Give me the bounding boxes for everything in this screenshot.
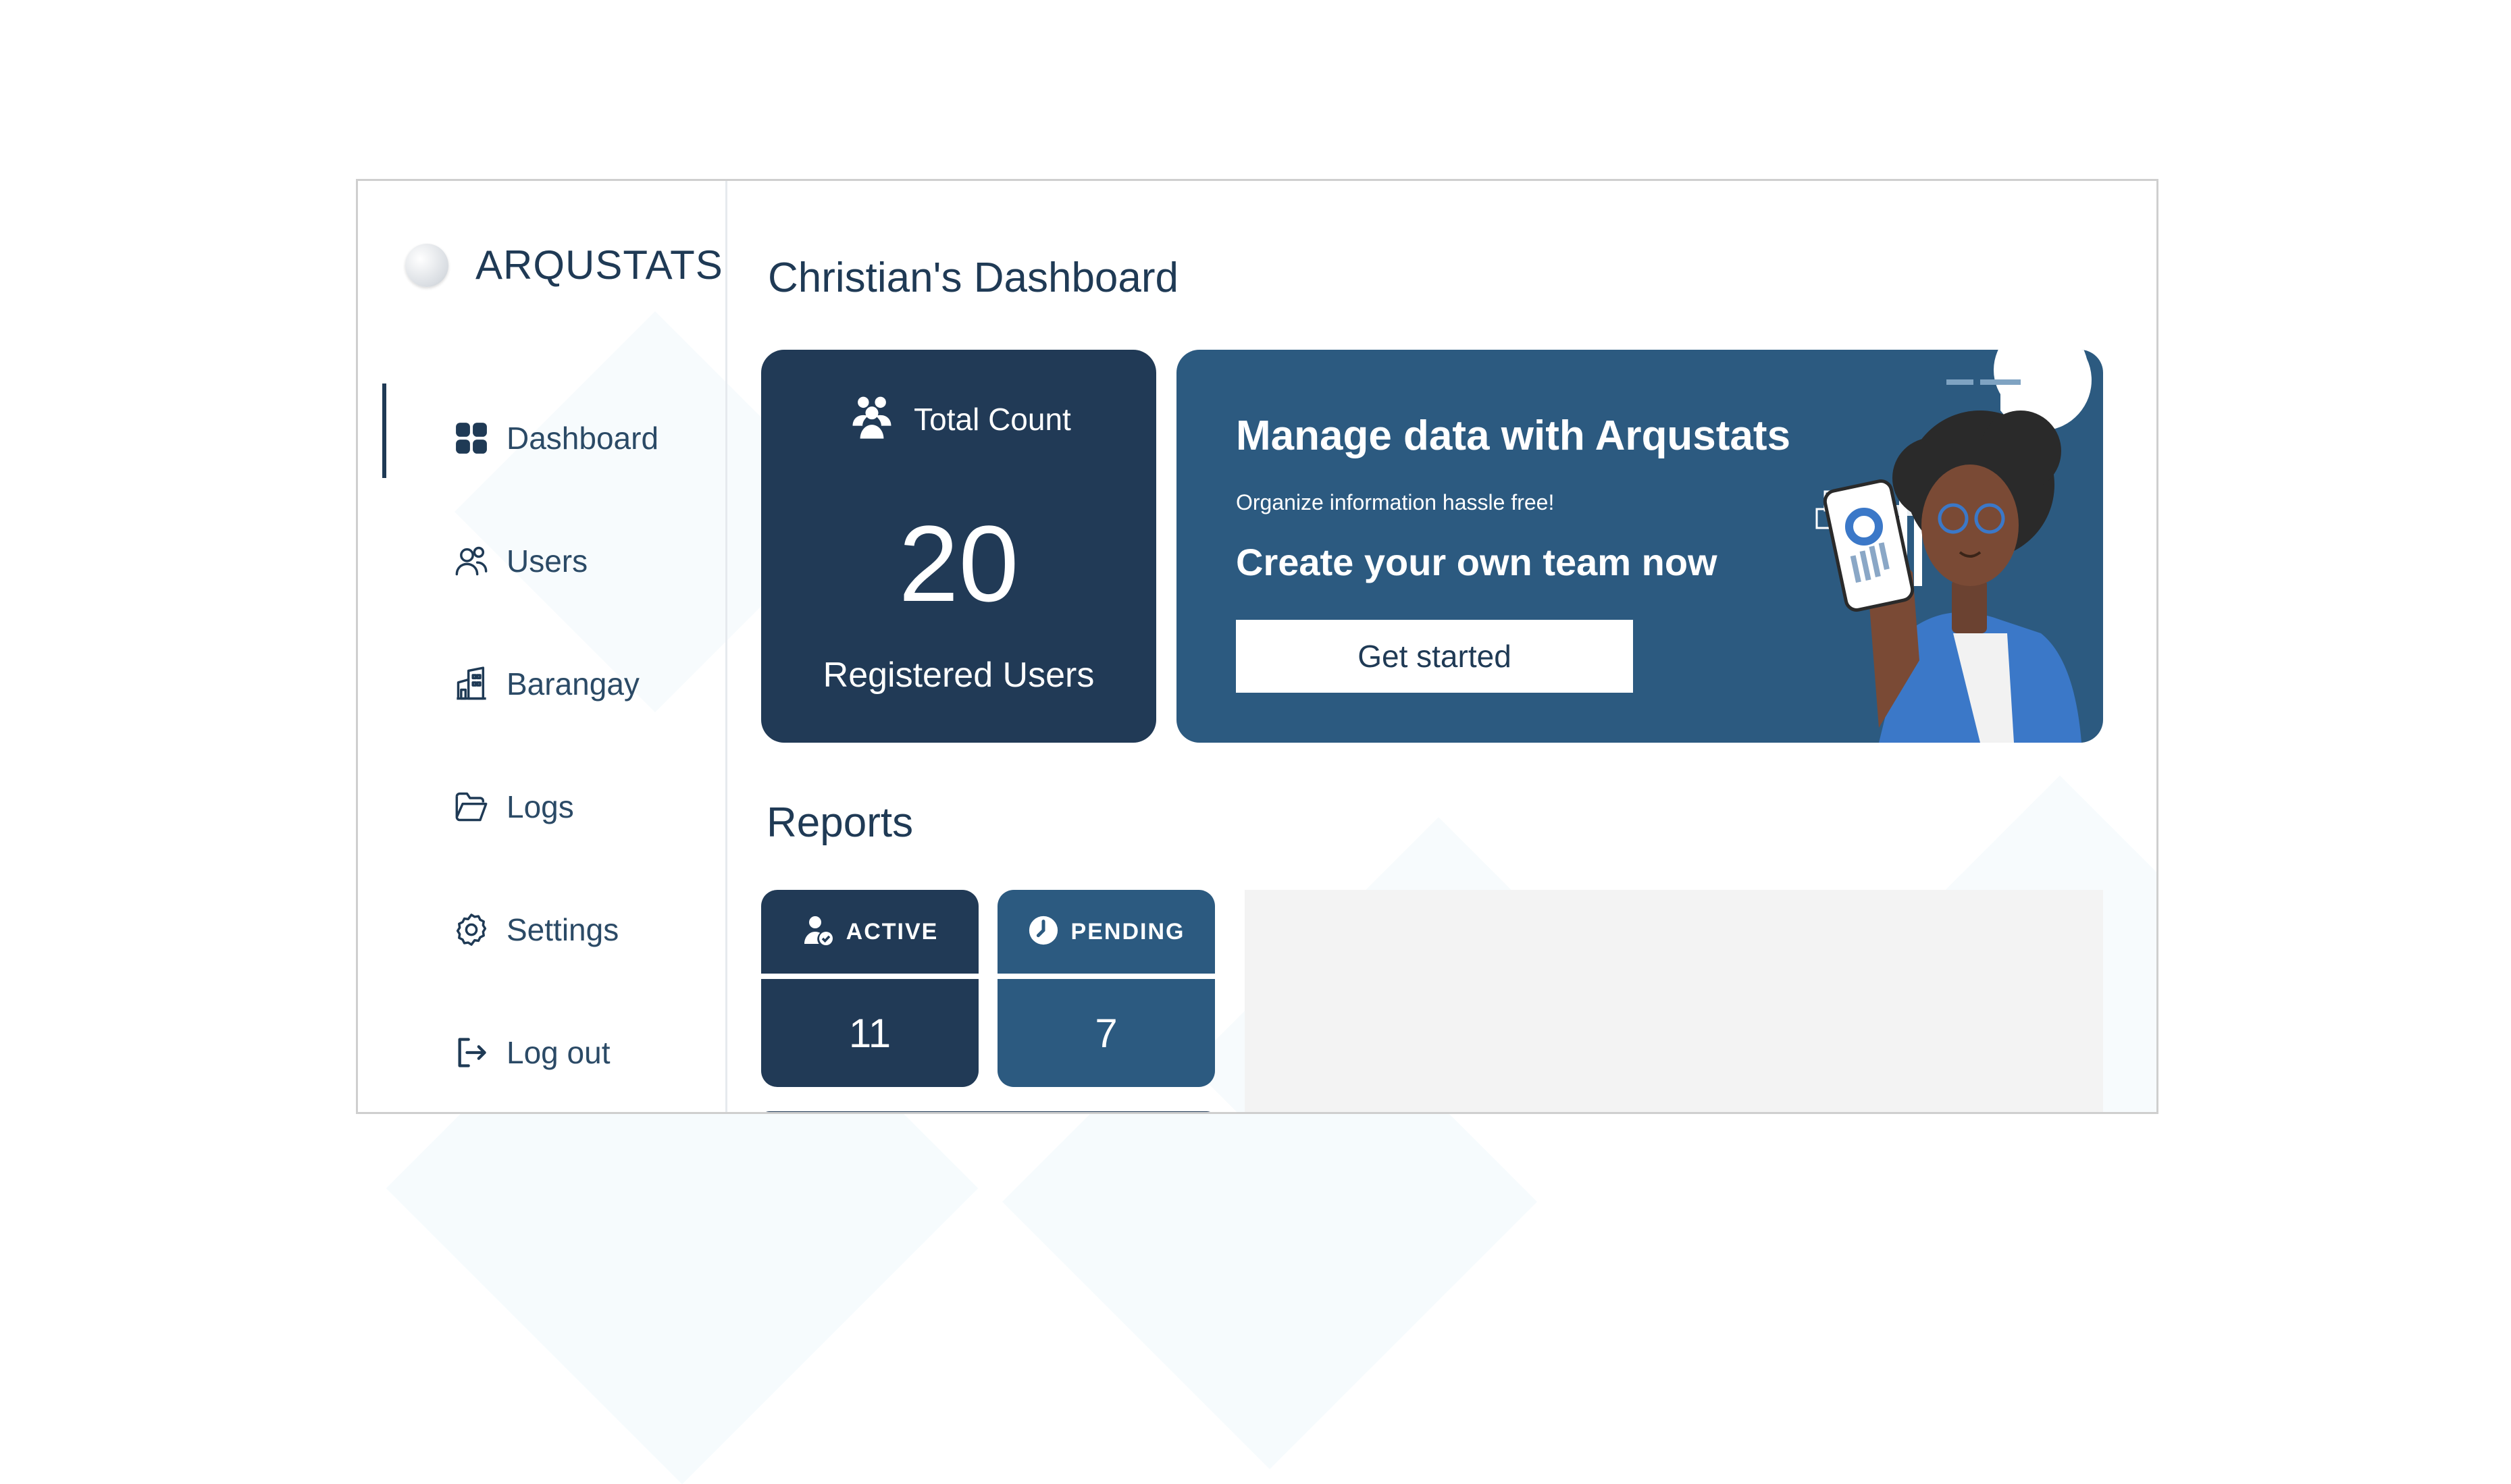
pending-stat-header: PENDING: [998, 890, 1215, 979]
folder-icon: [452, 788, 490, 826]
sidebar-item-label: Logs: [507, 789, 574, 824]
sidebar: ARQUSTATS Dashboard Users Barangay Logs …: [358, 181, 727, 1112]
app-window: ARQUSTATS Dashboard Users Barangay Logs …: [356, 179, 2158, 1114]
sidebar-item-label: Log out: [507, 1035, 611, 1070]
building-icon: [452, 665, 490, 703]
reports-panel: [1245, 890, 2103, 1112]
total-count-card: Total Count 20 Registered Users: [761, 350, 1156, 743]
reports-title: Reports: [767, 799, 914, 846]
sidebar-nav: Dashboard Users Barangay Logs Settings L…: [358, 377, 725, 1112]
brand-name: ARQUSTATS: [475, 242, 723, 288]
sidebar-item-label: Barangay: [507, 666, 640, 701]
sidebar-item-dashboard[interactable]: Dashboard: [358, 377, 725, 500]
sidebar-item-label: Dashboard: [507, 421, 659, 456]
count-card-sublabel: Registered Users: [823, 656, 1095, 695]
sidebar-item-label: Settings: [507, 912, 619, 947]
brand[interactable]: ARQUSTATS: [405, 242, 723, 288]
gear-icon: [452, 911, 490, 949]
grid-icon: [452, 419, 490, 457]
logout-icon: [452, 1034, 490, 1071]
count-card-header: Total Count: [761, 392, 1156, 446]
active-stat-card[interactable]: ACTIVE 11: [761, 890, 979, 1087]
brand-logo: [405, 243, 448, 287]
partial-report-card: [761, 1111, 1215, 1112]
pending-stat-label: PENDING: [1070, 918, 1185, 945]
promo-cta-text: Create your own team now: [1236, 541, 1717, 583]
user-check-icon: [802, 914, 834, 950]
promo-illustration: [1815, 350, 2092, 743]
sidebar-item-logs[interactable]: Logs: [358, 745, 725, 868]
active-stat-header: ACTIVE: [761, 890, 979, 979]
main-content: Christian's Dashboard Total Count 20 Reg…: [727, 181, 2156, 1112]
pending-stat-value: 7: [1095, 1010, 1118, 1056]
sidebar-item-logout[interactable]: Log out: [358, 991, 725, 1112]
pending-stat-card[interactable]: PENDING 7: [998, 890, 1215, 1087]
promo-subtitle: Organize information hassle free!: [1236, 490, 1555, 514]
sidebar-item-settings[interactable]: Settings: [358, 868, 725, 991]
active-stat-value: 11: [848, 1010, 891, 1056]
promo-banner: Manage data with Arqustats Organize info…: [1176, 350, 2103, 743]
group-icon: [846, 392, 898, 446]
sidebar-item-users[interactable]: Users: [358, 500, 725, 622]
active-stat-label: ACTIVE: [846, 918, 939, 945]
sidebar-item-label: Users: [507, 544, 588, 579]
total-count-value: 20: [898, 503, 1019, 624]
get-started-button[interactable]: Get started: [1236, 620, 1633, 693]
sidebar-item-barangay[interactable]: Barangay: [358, 622, 725, 745]
users-icon: [452, 542, 490, 580]
clock-icon: [1028, 915, 1059, 949]
count-card-label: Total Count: [914, 401, 1071, 437]
page-title: Christian's Dashboard: [768, 255, 1179, 301]
